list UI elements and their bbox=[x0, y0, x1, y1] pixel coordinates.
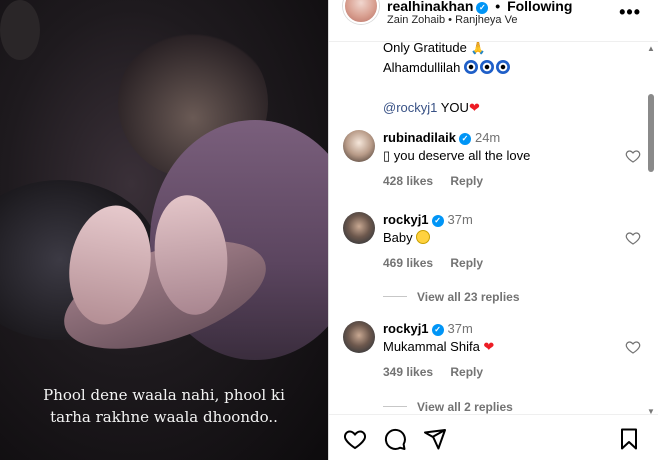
commenter-avatar[interactable] bbox=[343, 321, 375, 353]
comment-item: rockyj1 ✓ 37m Mukammal Shifa ❤ 349 likes R… bbox=[343, 321, 641, 381]
comment-like-heart-icon[interactable] bbox=[625, 339, 641, 355]
comment-likes-count[interactable]: 469 likes bbox=[383, 256, 433, 270]
red-heart-icon: ❤ bbox=[483, 339, 495, 354]
post-caption: Only Gratitude 🙏 Alhamdullilah @rockyj1 … bbox=[383, 38, 633, 118]
comment-text: ▯ you deserve all the love bbox=[383, 148, 530, 164]
bookmark-save-icon[interactable] bbox=[617, 427, 641, 451]
audio-info[interactable]: Zain Zohaib • Ranjheya Ve bbox=[387, 14, 517, 26]
comment-like-heart-icon[interactable] bbox=[625, 148, 641, 164]
flushed-face-icon bbox=[416, 230, 431, 244]
commenter-line: rockyj1 ✓ 37m bbox=[383, 321, 473, 336]
commenter-username[interactable]: rockyj1 bbox=[383, 212, 429, 227]
verified-badge-icon: ✓ bbox=[431, 215, 444, 227]
nazar-amulet-icon bbox=[479, 60, 494, 74]
video-caption: Phool dene waala nahi, phool ki tarha ra… bbox=[10, 384, 318, 428]
mention-link[interactable]: @rockyj1 bbox=[383, 100, 437, 115]
comment-like-heart-icon[interactable] bbox=[625, 230, 641, 246]
caption-gratitude-text: Only Gratitude bbox=[383, 40, 467, 55]
verified-badge-icon: ✓ bbox=[476, 2, 489, 14]
comment-text: Mukammal Shifa ❤ bbox=[383, 339, 494, 355]
like-heart-icon[interactable] bbox=[343, 427, 367, 451]
comment-body: you deserve all the love bbox=[390, 148, 531, 163]
audio-track: Ranjheya Ve bbox=[455, 14, 518, 26]
comment-meta: 428 likes Reply bbox=[383, 174, 497, 188]
replies-divider bbox=[383, 296, 407, 297]
more-options-icon[interactable]: ••• bbox=[619, 2, 641, 23]
reply-button[interactable]: Reply bbox=[450, 256, 483, 270]
view-replies-label: View all 2 replies bbox=[417, 400, 513, 414]
audio-separator: • bbox=[448, 14, 453, 26]
following-button[interactable]: Following bbox=[507, 0, 572, 14]
comment-meta: 349 likes Reply bbox=[383, 365, 497, 379]
nazar-amulet-icon bbox=[463, 60, 478, 74]
commenter-username[interactable]: rockyj1 bbox=[383, 321, 429, 336]
verified-badge-icon: ✓ bbox=[458, 133, 471, 145]
post-media-video[interactable]: Phool dene waala nahi, phool ki tarha ra… bbox=[0, 0, 328, 460]
caption-alhamdulillah-text: Alhamdullilah bbox=[383, 60, 461, 75]
video-caption-line-1: Phool dene waala nahi, phool ki bbox=[43, 386, 285, 404]
author-line: realhinakhan ✓ • Following bbox=[387, 0, 572, 14]
header-separator: • bbox=[495, 0, 501, 14]
caption-line-2: Alhamdullilah bbox=[383, 58, 633, 78]
comment-text: Baby bbox=[383, 230, 431, 245]
commenter-line: rockyj1 ✓ 37m bbox=[383, 212, 473, 227]
audio-artist: Zain Zohaib bbox=[387, 14, 446, 26]
background-window bbox=[0, 0, 40, 60]
nazar-amulet-icon bbox=[495, 60, 510, 74]
comment-body: Mukammal Shifa bbox=[383, 339, 484, 354]
comment-time: 24m bbox=[474, 130, 501, 145]
comment-likes-count[interactable]: 428 likes bbox=[383, 174, 433, 188]
commenter-username[interactable]: rubinadilaik bbox=[383, 130, 456, 145]
praying-hands-icon: 🙏 bbox=[470, 41, 486, 55]
replies-divider bbox=[383, 406, 407, 407]
scrollbar-thumb[interactable] bbox=[648, 94, 654, 172]
verified-badge-icon: ✓ bbox=[431, 324, 444, 336]
caption-line-3: @rockyj1 YOU❤ bbox=[383, 98, 633, 118]
comment-item: rockyj1 ✓ 37m Baby 469 likes Reply bbox=[343, 212, 641, 272]
comment-time: 37m bbox=[447, 321, 473, 336]
view-replies-label: View all 23 replies bbox=[417, 290, 520, 304]
caption-you-text: YOU bbox=[437, 100, 469, 115]
send-paper-plane-icon[interactable] bbox=[423, 427, 447, 451]
author-username[interactable]: realhinakhan bbox=[387, 0, 473, 14]
commenter-avatar[interactable] bbox=[343, 212, 375, 244]
comment-bubble-icon[interactable] bbox=[383, 427, 407, 451]
reply-button[interactable]: Reply bbox=[450, 365, 483, 379]
view-replies-button[interactable]: View all 2 replies bbox=[383, 400, 513, 414]
video-caption-line-2: tarha rakhne waala dhoondo.. bbox=[50, 408, 278, 426]
commenter-line: rubinadilaik ✓ 24m bbox=[383, 130, 500, 145]
comment-body: Baby bbox=[383, 230, 417, 245]
author-avatar[interactable] bbox=[343, 0, 379, 24]
post-header: realhinakhan ✓ • Following Zain Zohaib • … bbox=[329, 0, 658, 42]
scroll-up-arrow-icon[interactable]: ▲ bbox=[647, 44, 655, 53]
comments-panel: realhinakhan ✓ • Following Zain Zohaib • … bbox=[328, 0, 658, 460]
post-action-bar bbox=[329, 414, 658, 460]
red-heart-icon: ❤ bbox=[468, 100, 480, 115]
commenter-avatar[interactable] bbox=[343, 130, 375, 162]
reply-button[interactable]: Reply bbox=[450, 174, 483, 188]
comments-scrollbar[interactable]: ▲ ▼ bbox=[646, 42, 656, 416]
comment-meta: 469 likes Reply bbox=[383, 256, 497, 270]
comment-time: 37m bbox=[447, 212, 473, 227]
view-replies-button[interactable]: View all 23 replies bbox=[383, 290, 520, 304]
comment-item: rubinadilaik ✓ 24m ▯ you deserve all the l… bbox=[343, 130, 641, 190]
comment-likes-count[interactable]: 349 likes bbox=[383, 365, 433, 379]
